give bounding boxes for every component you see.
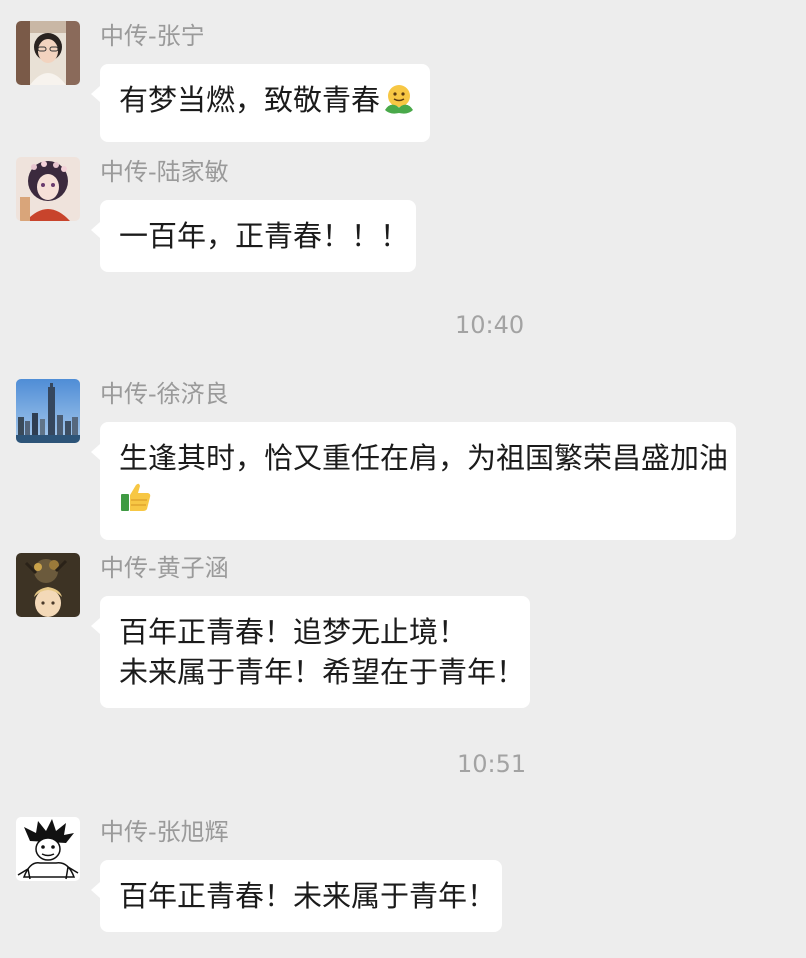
sender-name: 中传-张宁 — [100, 22, 205, 50]
message-text: 有梦当燃，致敬青春 — [119, 80, 414, 126]
message-emoji-line — [119, 478, 716, 524]
sender-name: 中传-黄子涵 — [100, 554, 229, 582]
avatar[interactable] — [16, 21, 80, 85]
message-bubble[interactable]: 有梦当燃，致敬青春 — [91, 64, 430, 142]
avatar[interactable] — [16, 379, 80, 443]
chat-window: 中传-张宁 有梦当燃，致敬青春 中传-陆家敏 一百年，正青春！！！ 10:40 … — [0, 0, 806, 958]
timestamp: 10:51 — [457, 750, 527, 778]
message-bubble[interactable]: 百年正青春！未来属于青年！ — [91, 860, 502, 932]
message-line: 百年正青春！未来属于青年！ — [119, 879, 497, 913]
avatar[interactable] — [16, 553, 80, 617]
message-line: 有梦当燃，致敬青春 — [119, 83, 381, 117]
hug-emoji-icon — [382, 82, 416, 126]
timestamp: 10:40 — [455, 311, 525, 339]
avatar[interactable] — [16, 817, 80, 881]
message-line: 百年正青春！追梦无止境！ — [119, 615, 468, 649]
sender-name: 中传-张旭辉 — [100, 818, 229, 846]
sender-name: 中传-徐济良 — [100, 380, 229, 408]
message-line: 生逢其时，恰又重任在肩，为祖国繁荣昌盛加油 — [119, 441, 729, 475]
message-line: 未来属于青年！希望在于青年！ — [119, 655, 526, 689]
message-bubble[interactable]: 百年正青春！追梦无止境！ 未来属于青年！希望在于青年！ — [91, 596, 530, 708]
thumbs-up-emoji-icon — [119, 480, 153, 524]
message-bubble[interactable]: 一百年，正青春！！！ — [91, 200, 416, 272]
avatar[interactable] — [16, 157, 80, 221]
sender-name: 中传-陆家敏 — [100, 158, 229, 186]
message-bubble[interactable]: 生逢其时，恰又重任在肩，为祖国繁荣昌盛加油 — [91, 422, 736, 540]
message-line: 一百年，正青春！！！ — [119, 219, 410, 253]
